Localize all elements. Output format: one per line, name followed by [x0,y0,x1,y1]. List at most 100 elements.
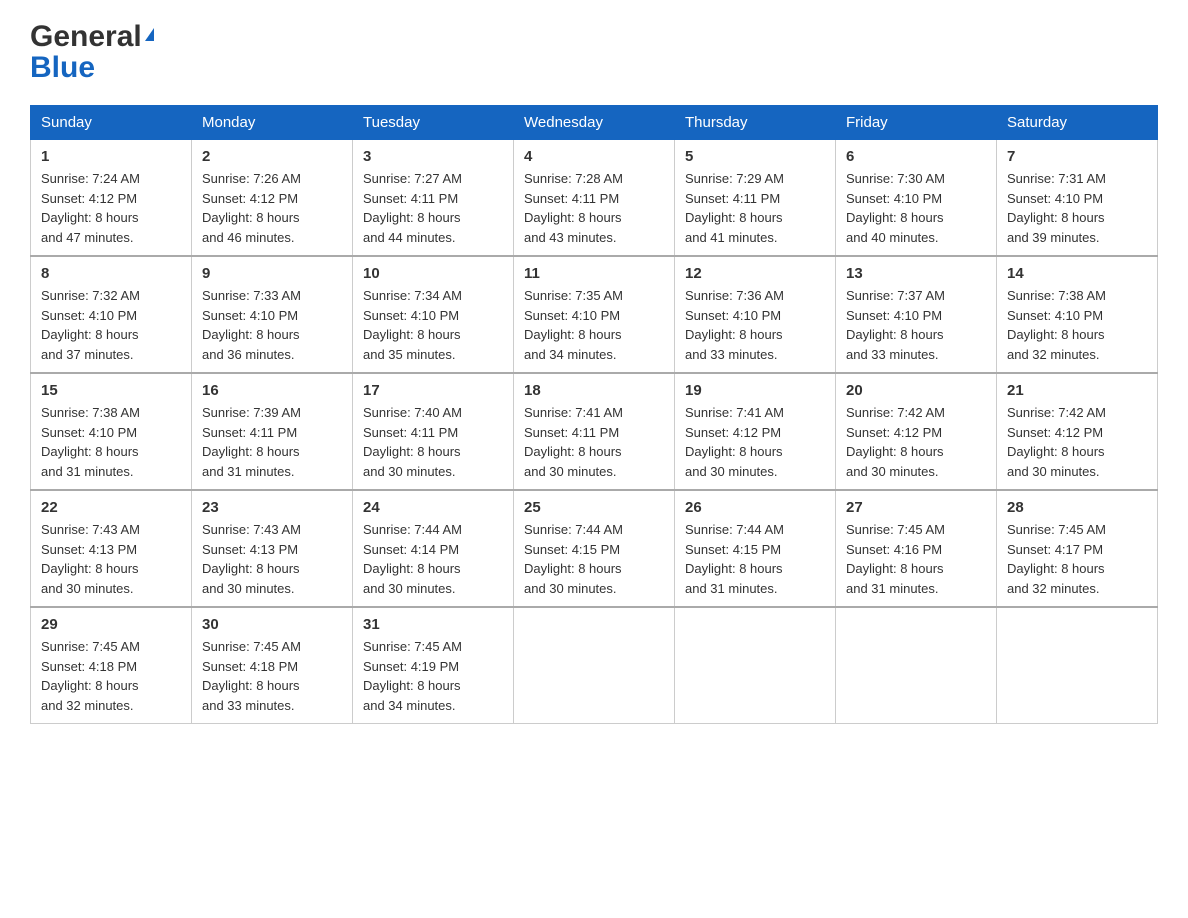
calendar-cell: 16 Sunrise: 7:39 AMSunset: 4:11 PMDaylig… [192,373,353,490]
calendar-cell: 1 Sunrise: 7:24 AMSunset: 4:12 PMDayligh… [31,140,192,257]
calendar-cell: 8 Sunrise: 7:32 AMSunset: 4:10 PMDayligh… [31,256,192,373]
day-info: Sunrise: 7:44 AMSunset: 4:15 PMDaylight:… [685,520,825,598]
calendar-cell: 27 Sunrise: 7:45 AMSunset: 4:16 PMDaylig… [836,490,997,607]
day-info: Sunrise: 7:33 AMSunset: 4:10 PMDaylight:… [202,286,342,364]
day-info: Sunrise: 7:42 AMSunset: 4:12 PMDaylight:… [846,403,986,481]
calendar-cell [997,607,1158,724]
calendar-cell: 10 Sunrise: 7:34 AMSunset: 4:10 PMDaylig… [353,256,514,373]
day-info: Sunrise: 7:40 AMSunset: 4:11 PMDaylight:… [363,403,503,481]
calendar-header-friday: Friday [836,106,997,140]
day-info: Sunrise: 7:37 AMSunset: 4:10 PMDaylight:… [846,286,986,364]
calendar-cell: 17 Sunrise: 7:40 AMSunset: 4:11 PMDaylig… [353,373,514,490]
calendar-week-row: 8 Sunrise: 7:32 AMSunset: 4:10 PMDayligh… [31,256,1158,373]
calendar-header-row: SundayMondayTuesdayWednesdayThursdayFrid… [31,106,1158,140]
day-number: 11 [524,265,664,282]
calendar-cell: 23 Sunrise: 7:43 AMSunset: 4:13 PMDaylig… [192,490,353,607]
day-info: Sunrise: 7:43 AMSunset: 4:13 PMDaylight:… [41,520,181,598]
day-info: Sunrise: 7:34 AMSunset: 4:10 PMDaylight:… [363,286,503,364]
day-info: Sunrise: 7:45 AMSunset: 4:18 PMDaylight:… [41,637,181,715]
calendar-header-wednesday: Wednesday [514,106,675,140]
day-info: Sunrise: 7:41 AMSunset: 4:12 PMDaylight:… [685,403,825,481]
day-number: 14 [1007,265,1147,282]
calendar-cell: 15 Sunrise: 7:38 AMSunset: 4:10 PMDaylig… [31,373,192,490]
calendar-cell: 9 Sunrise: 7:33 AMSunset: 4:10 PMDayligh… [192,256,353,373]
day-number: 17 [363,382,503,399]
day-info: Sunrise: 7:45 AMSunset: 4:18 PMDaylight:… [202,637,342,715]
calendar-cell: 13 Sunrise: 7:37 AMSunset: 4:10 PMDaylig… [836,256,997,373]
calendar-cell: 7 Sunrise: 7:31 AMSunset: 4:10 PMDayligh… [997,140,1158,257]
day-number: 9 [202,265,342,282]
calendar-cell [836,607,997,724]
calendar-cell: 25 Sunrise: 7:44 AMSunset: 4:15 PMDaylig… [514,490,675,607]
day-info: Sunrise: 7:30 AMSunset: 4:10 PMDaylight:… [846,169,986,247]
day-number: 7 [1007,148,1147,165]
day-number: 2 [202,148,342,165]
calendar-cell: 12 Sunrise: 7:36 AMSunset: 4:10 PMDaylig… [675,256,836,373]
day-info: Sunrise: 7:27 AMSunset: 4:11 PMDaylight:… [363,169,503,247]
calendar-cell: 18 Sunrise: 7:41 AMSunset: 4:11 PMDaylig… [514,373,675,490]
calendar-week-row: 29 Sunrise: 7:45 AMSunset: 4:18 PMDaylig… [31,607,1158,724]
day-info: Sunrise: 7:45 AMSunset: 4:19 PMDaylight:… [363,637,503,715]
calendar-cell: 6 Sunrise: 7:30 AMSunset: 4:10 PMDayligh… [836,140,997,257]
day-info: Sunrise: 7:29 AMSunset: 4:11 PMDaylight:… [685,169,825,247]
day-info: Sunrise: 7:41 AMSunset: 4:11 PMDaylight:… [524,403,664,481]
day-info: Sunrise: 7:43 AMSunset: 4:13 PMDaylight:… [202,520,342,598]
calendar-cell [514,607,675,724]
day-info: Sunrise: 7:35 AMSunset: 4:10 PMDaylight:… [524,286,664,364]
calendar-table: SundayMondayTuesdayWednesdayThursdayFrid… [30,105,1158,724]
calendar-cell: 30 Sunrise: 7:45 AMSunset: 4:18 PMDaylig… [192,607,353,724]
day-number: 12 [685,265,825,282]
day-number: 26 [685,499,825,516]
calendar-cell: 20 Sunrise: 7:42 AMSunset: 4:12 PMDaylig… [836,373,997,490]
calendar-header-sunday: Sunday [31,106,192,140]
day-info: Sunrise: 7:44 AMSunset: 4:15 PMDaylight:… [524,520,664,598]
calendar-cell: 3 Sunrise: 7:27 AMSunset: 4:11 PMDayligh… [353,140,514,257]
day-info: Sunrise: 7:31 AMSunset: 4:10 PMDaylight:… [1007,169,1147,247]
day-number: 24 [363,499,503,516]
day-info: Sunrise: 7:44 AMSunset: 4:14 PMDaylight:… [363,520,503,598]
day-number: 27 [846,499,986,516]
calendar-week-row: 22 Sunrise: 7:43 AMSunset: 4:13 PMDaylig… [31,490,1158,607]
day-number: 28 [1007,499,1147,516]
day-number: 23 [202,499,342,516]
calendar-header-monday: Monday [192,106,353,140]
day-number: 20 [846,382,986,399]
day-number: 21 [1007,382,1147,399]
day-info: Sunrise: 7:45 AMSunset: 4:17 PMDaylight:… [1007,520,1147,598]
calendar-cell: 31 Sunrise: 7:45 AMSunset: 4:19 PMDaylig… [353,607,514,724]
day-number: 10 [363,265,503,282]
day-number: 15 [41,382,181,399]
calendar-header-tuesday: Tuesday [353,106,514,140]
day-number: 16 [202,382,342,399]
day-number: 19 [685,382,825,399]
day-info: Sunrise: 7:36 AMSunset: 4:10 PMDaylight:… [685,286,825,364]
day-number: 8 [41,265,181,282]
day-info: Sunrise: 7:32 AMSunset: 4:10 PMDaylight:… [41,286,181,364]
day-info: Sunrise: 7:28 AMSunset: 4:11 PMDaylight:… [524,169,664,247]
calendar-header-thursday: Thursday [675,106,836,140]
calendar-cell: 22 Sunrise: 7:43 AMSunset: 4:13 PMDaylig… [31,490,192,607]
calendar-cell: 2 Sunrise: 7:26 AMSunset: 4:12 PMDayligh… [192,140,353,257]
page-header: General Blue [30,20,1158,85]
calendar-cell: 14 Sunrise: 7:38 AMSunset: 4:10 PMDaylig… [997,256,1158,373]
calendar-cell: 26 Sunrise: 7:44 AMSunset: 4:15 PMDaylig… [675,490,836,607]
day-number: 3 [363,148,503,165]
calendar-cell: 5 Sunrise: 7:29 AMSunset: 4:11 PMDayligh… [675,140,836,257]
logo-general-text: General [30,20,142,53]
day-number: 1 [41,148,181,165]
calendar-cell: 11 Sunrise: 7:35 AMSunset: 4:10 PMDaylig… [514,256,675,373]
calendar-cell: 24 Sunrise: 7:44 AMSunset: 4:14 PMDaylig… [353,490,514,607]
calendar-header-saturday: Saturday [997,106,1158,140]
day-number: 31 [363,616,503,633]
day-number: 13 [846,265,986,282]
day-number: 25 [524,499,664,516]
calendar-cell: 21 Sunrise: 7:42 AMSunset: 4:12 PMDaylig… [997,373,1158,490]
day-number: 29 [41,616,181,633]
calendar-cell: 4 Sunrise: 7:28 AMSunset: 4:11 PMDayligh… [514,140,675,257]
day-number: 5 [685,148,825,165]
day-info: Sunrise: 7:42 AMSunset: 4:12 PMDaylight:… [1007,403,1147,481]
calendar-week-row: 1 Sunrise: 7:24 AMSunset: 4:12 PMDayligh… [31,140,1158,257]
day-number: 22 [41,499,181,516]
calendar-cell: 19 Sunrise: 7:41 AMSunset: 4:12 PMDaylig… [675,373,836,490]
day-number: 6 [846,148,986,165]
